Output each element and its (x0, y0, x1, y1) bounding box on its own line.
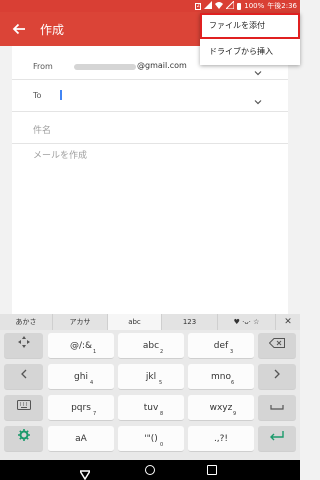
key-7[interactable]: pqrs 7 (48, 395, 114, 421)
keyboard-icon (16, 395, 31, 421)
compose-form: From @gmail.com To 件名 メールを作成 (12, 46, 288, 314)
key-9-digit: 9 (233, 411, 237, 417)
from-label: From (33, 62, 53, 71)
overflow-menu: ファイルを添付 ドライブから挿入 (200, 13, 300, 65)
cursor-right-key[interactable] (258, 364, 296, 390)
nav-home-icon[interactable] (145, 465, 155, 475)
tab-emoji[interactable]: ♥ ·ᴗ· ☆ (218, 314, 276, 330)
settings-key[interactable] (4, 426, 43, 452)
tab-hiragana[interactable]: あかさ (0, 314, 53, 330)
nav-back-icon[interactable] (78, 465, 92, 480)
key-8-label: tuv (143, 403, 159, 413)
key-8-digit: 8 (160, 411, 164, 417)
to-row[interactable]: To (12, 80, 288, 112)
key-7-label: pqrs (71, 403, 91, 413)
key-6-digit: 6 (231, 380, 235, 386)
from-address-redacted (74, 64, 136, 70)
tab-abc[interactable]: abc (108, 314, 162, 330)
key-0-digit: 0 (160, 442, 164, 448)
chevron-left-icon (20, 364, 28, 390)
key-4-label: ghi (74, 372, 88, 382)
key-5[interactable]: jkl 5 (118, 364, 184, 390)
key-0-label: '"() (144, 434, 158, 444)
key-5-digit: 5 (159, 380, 163, 386)
signal-icon (204, 1, 213, 11)
key-6-label: mno (211, 372, 231, 382)
key-8[interactable]: tuv 8 (118, 395, 184, 421)
sim-icon: 2 (195, 2, 202, 10)
status-icons: 2 100% 午後2:36 (195, 0, 297, 11)
keyboard-switch-key[interactable] (4, 395, 43, 421)
text-cursor (60, 90, 62, 100)
key-7-digit: 7 (93, 411, 97, 417)
punctuation-label: .,?! (213, 434, 229, 444)
navigation-bar (0, 460, 300, 480)
key-3-label: def (213, 341, 229, 351)
wifi-icon (215, 1, 224, 11)
key-9-label: wxyz (209, 403, 233, 413)
subject-placeholder: 件名 (33, 126, 52, 136)
clock: 午後2:36 (267, 2, 297, 10)
space-key[interactable] (258, 395, 296, 421)
gear-icon (17, 426, 30, 452)
cursor-move-key[interactable] (4, 333, 43, 359)
key-9[interactable]: wxyz 9 (188, 395, 254, 421)
key-1-digit: 1 (93, 349, 97, 355)
software-keyboard: あかさ アカサ abc 123 ♥ ·ᴗ· ☆ ✕ @/:& 1 abc 2 d… (0, 314, 300, 460)
back-arrow-icon[interactable] (10, 20, 28, 38)
key-6[interactable]: mno 6 (188, 364, 254, 390)
backspace-icon (268, 333, 285, 359)
key-2[interactable]: abc 2 (118, 333, 184, 359)
subject-field[interactable]: 件名 (12, 112, 288, 144)
close-icon[interactable]: ✕ (276, 314, 300, 330)
key-3[interactable]: def 3 (188, 333, 254, 359)
nav-recents-icon[interactable] (207, 465, 217, 475)
no-sim-icon (225, 0, 235, 11)
key-3-digit: 3 (230, 349, 234, 355)
case-toggle-key[interactable]: aA (48, 426, 114, 452)
key-2-digit: 2 (160, 349, 164, 355)
key-1[interactable]: @/:& 1 (48, 333, 114, 359)
key-4-digit: 4 (90, 380, 94, 386)
from-address-domain: @gmail.com (137, 61, 187, 70)
punctuation-key[interactable]: .,?! (188, 426, 254, 452)
key-2-label: abc (142, 341, 160, 351)
menu-item-attach-file[interactable]: ファイルを添付 (200, 13, 300, 39)
enter-icon (269, 426, 285, 452)
battery-icon (237, 2, 242, 10)
battery-level: 100% (244, 2, 265, 10)
chevron-down-icon[interactable] (254, 91, 262, 105)
key-1-label: @/:& (69, 341, 93, 351)
keyboard-tabs: あかさ アカサ abc 123 ♥ ·ᴗ· ☆ ✕ (0, 314, 300, 330)
enter-key[interactable] (258, 426, 296, 452)
status-bar: 2 100% 午後2:36 (0, 0, 300, 12)
chevron-right-icon (273, 364, 281, 390)
to-label: To (33, 91, 42, 100)
page-title: 作成 (40, 23, 65, 37)
tab-numbers[interactable]: 123 (162, 314, 218, 330)
space-icon (270, 395, 284, 421)
menu-item-insert-from-drive[interactable]: ドライブから挿入 (200, 39, 300, 65)
backspace-key[interactable] (258, 333, 296, 359)
body-field[interactable]: メールを作成 (33, 148, 87, 161)
key-0[interactable]: '"() 0 (118, 426, 184, 452)
move-icon (17, 333, 30, 359)
key-5-label: jkl (145, 372, 157, 382)
key-4[interactable]: ghi 4 (48, 364, 114, 390)
tab-katakana[interactable]: アカサ (53, 314, 108, 330)
case-toggle-label: aA (75, 434, 87, 444)
cursor-left-key[interactable] (4, 364, 43, 390)
